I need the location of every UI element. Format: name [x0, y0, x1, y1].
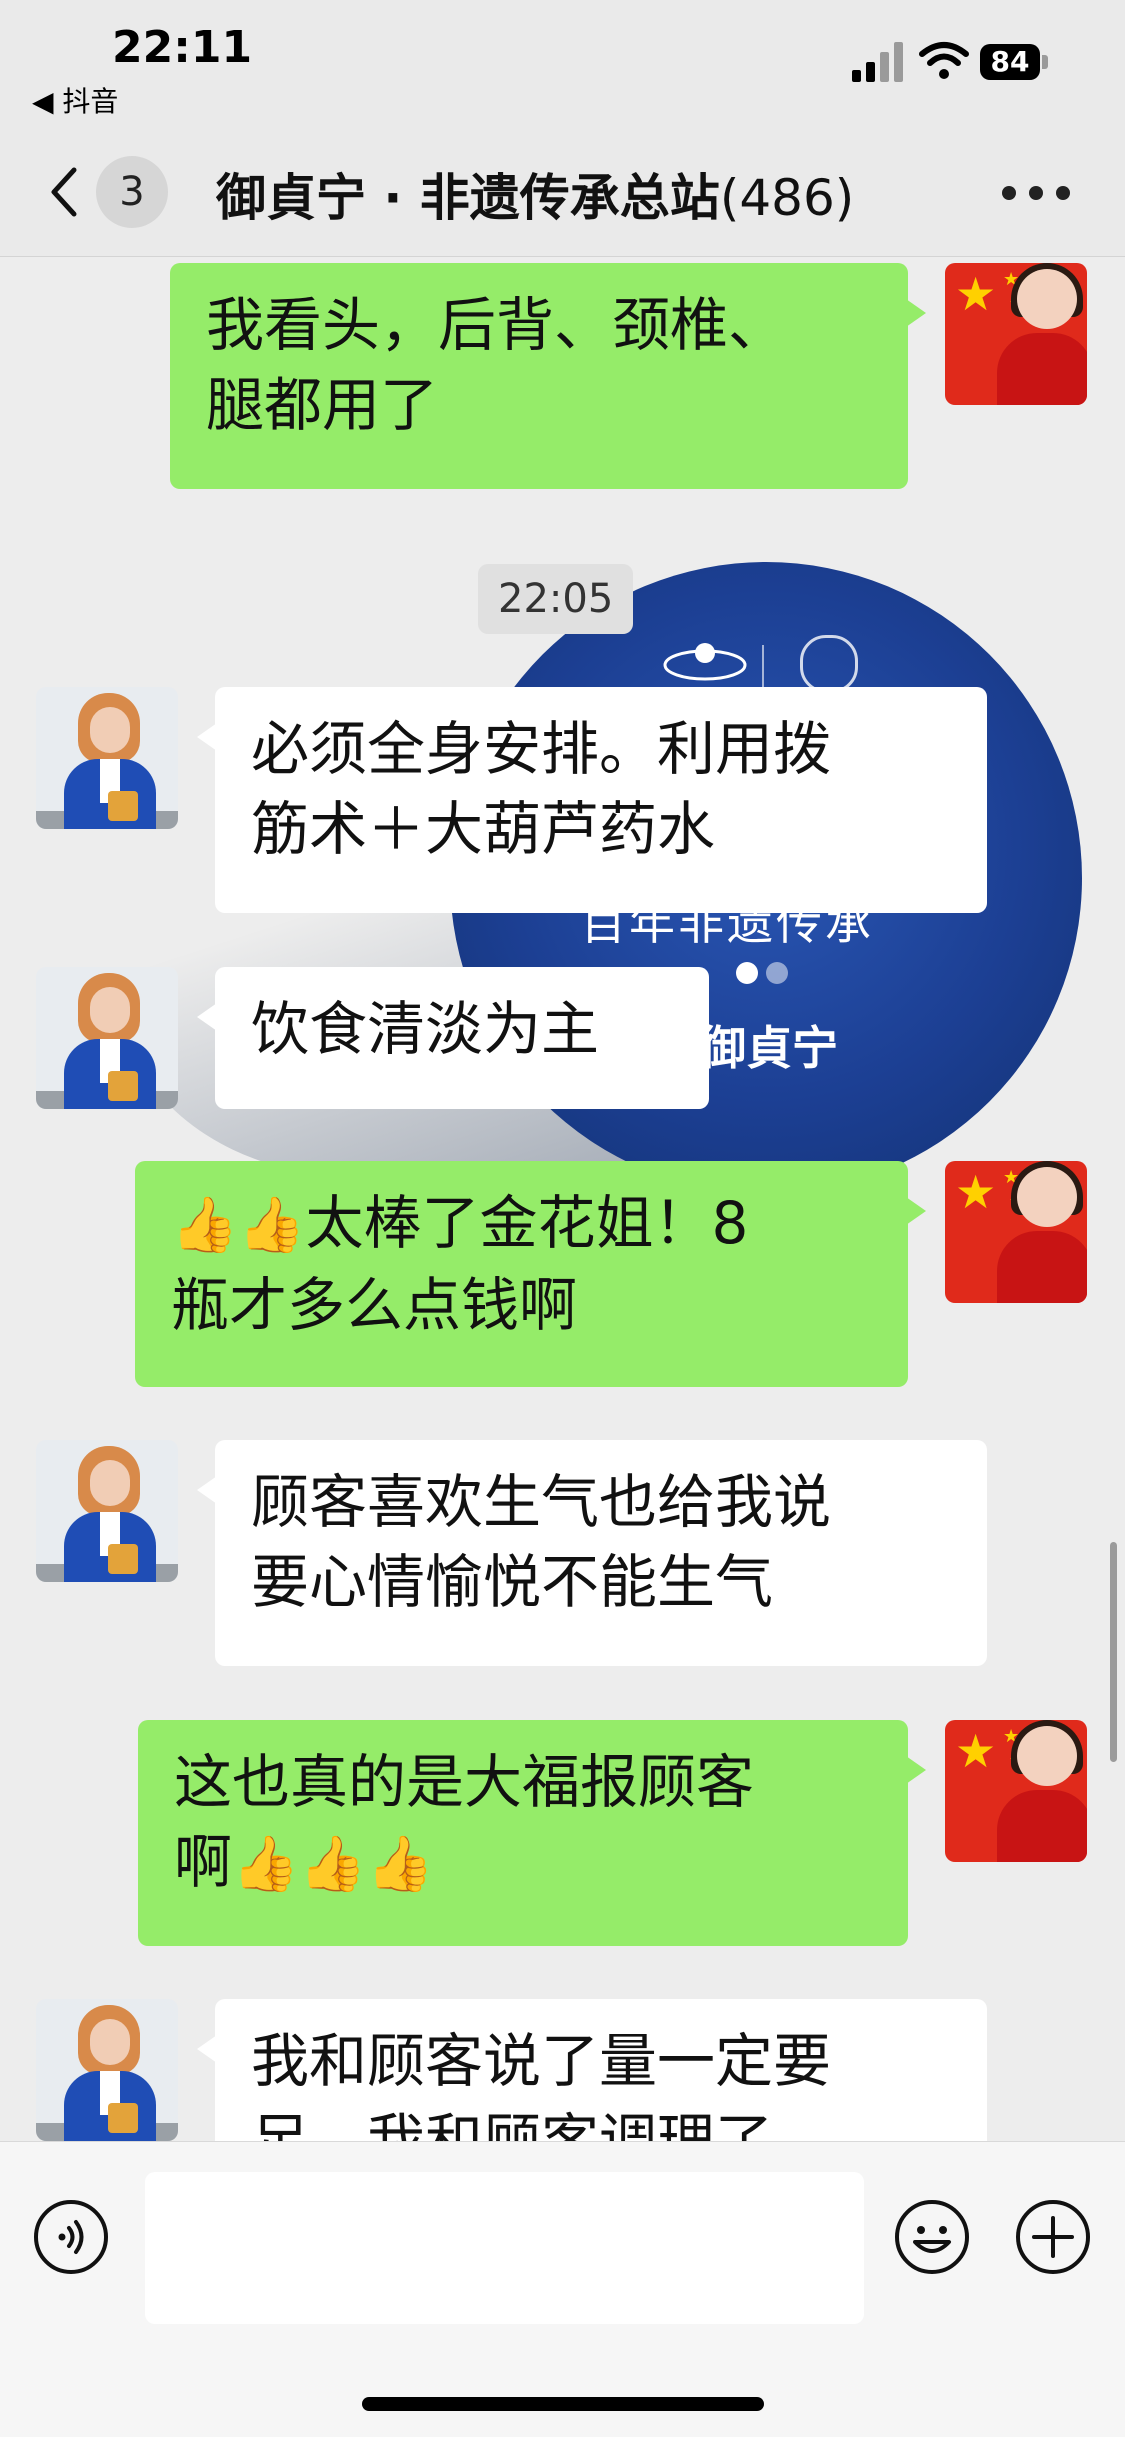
- voice-icon[interactable]: [32, 2198, 110, 2276]
- cellular-signal-icon: [852, 40, 904, 82]
- wifi-icon: [919, 42, 969, 79]
- battery-icon: 84: [980, 44, 1040, 80]
- flag-star-icon: ★: [955, 267, 997, 321]
- my-avatar[interactable]: ★ ★ ★: [945, 263, 1087, 405]
- sender-avatar[interactable]: [36, 1440, 178, 1582]
- message-line: 筋术＋大葫芦药水: [251, 795, 716, 863]
- message-input[interactable]: [145, 2172, 864, 2324]
- member-count: (486): [719, 169, 855, 227]
- chat-header: 3 御貞宁 · 非遗传承总站(486): [0, 130, 1125, 257]
- thumbs-up-icon: 👍: [238, 1193, 306, 1256]
- plus-icon[interactable]: [1014, 2198, 1092, 2276]
- wallpaper-brand: 御貞宁: [700, 1021, 838, 1075]
- scroll-indicator[interactable]: [1110, 1542, 1117, 1762]
- my-avatar[interactable]: ★ ★ ★: [945, 1720, 1087, 1862]
- message-bubble[interactable]: 必须全身安排。利用拨 筋术＋大葫芦药水: [197, 687, 987, 913]
- back-to-app-link[interactable]: ◀ 抖音: [32, 80, 118, 120]
- status-time: 22:11: [112, 22, 253, 73]
- home-indicator[interactable]: [362, 2397, 764, 2411]
- message-line: 啊👍👍👍: [174, 1822, 872, 1904]
- status-bar: 22:11 ◀ 抖音 84: [0, 0, 1125, 130]
- message-line: 瓶才多么点钱啊: [171, 1271, 578, 1339]
- thumbs-up-icon: 👍: [299, 1832, 367, 1895]
- sender-avatar[interactable]: [36, 687, 178, 829]
- message-line: 饮食清淡为主: [251, 995, 600, 1063]
- message-timestamp: 22:05: [478, 564, 634, 634]
- message-bubble[interactable]: 顾客喜欢生气也给我说 要心情愉悦不能生气: [197, 1440, 987, 1666]
- message-bubble[interactable]: 👍👍太棒了金花姐！8 瓶才多么点钱啊: [135, 1161, 926, 1387]
- unread-count-badge[interactable]: 3: [96, 156, 168, 228]
- message-line: 这也真的是大福报顾客: [174, 1748, 755, 1816]
- message-line: 必须全身安排。利用拨: [251, 715, 832, 783]
- my-avatar[interactable]: ★ ★ ★: [945, 1161, 1087, 1303]
- message-bubble[interactable]: 我和顾客说了量一定要 足，我和顾客调理了: [197, 1999, 987, 2141]
- message-line: 要心情愉悦不能生气: [251, 1548, 774, 1616]
- message-line: 👍👍太棒了金花姐！8: [171, 1183, 872, 1265]
- message-bubble[interactable]: 饮食清淡为主: [197, 967, 709, 1109]
- thumbs-up-icon: 👍: [366, 1832, 434, 1895]
- message-line: 我看头，后背、颈椎、: [206, 291, 787, 359]
- thumbs-up-icon: 👍: [232, 1832, 300, 1895]
- emoji-icon[interactable]: [893, 2198, 971, 2276]
- message-line: 顾客喜欢生气也给我说: [251, 1468, 832, 1536]
- message-list[interactable]: 百年非遗传承 御貞宁 我看头，后背、颈椎、 腿都用了 ★ ★ ★ 22:05 必…: [0, 257, 1125, 2141]
- message-line: 足，我和顾客调理了: [251, 2107, 774, 2141]
- back-chevron-icon[interactable]: [40, 162, 100, 222]
- chat-title: 御貞宁 · 非遗传承总站(486): [216, 158, 956, 230]
- flag-star-icon: ★: [955, 1165, 997, 1219]
- message-line: 腿都用了: [206, 371, 439, 439]
- message-line: 我和顾客说了量一定要: [251, 2027, 832, 2095]
- sender-avatar[interactable]: [36, 967, 178, 1109]
- message-bubble[interactable]: 这也真的是大福报顾客 啊👍👍👍: [138, 1720, 926, 1946]
- message-bubble[interactable]: 我看头，后背、颈椎、 腿都用了: [170, 263, 926, 489]
- battery-tip: [1042, 55, 1048, 69]
- sender-avatar[interactable]: [36, 1999, 178, 2141]
- sun-logo-icon: [663, 643, 747, 681]
- group-name: 御貞宁 · 非遗传承总站: [216, 169, 720, 227]
- thumbs-up-icon: 👍: [171, 1193, 239, 1256]
- flag-star-icon: ★: [955, 1724, 997, 1778]
- wallpaper-dots: [736, 962, 796, 988]
- more-options-icon[interactable]: [1002, 186, 1072, 202]
- input-bar: [0, 2141, 1125, 2437]
- seal-logo-icon: [800, 635, 858, 693]
